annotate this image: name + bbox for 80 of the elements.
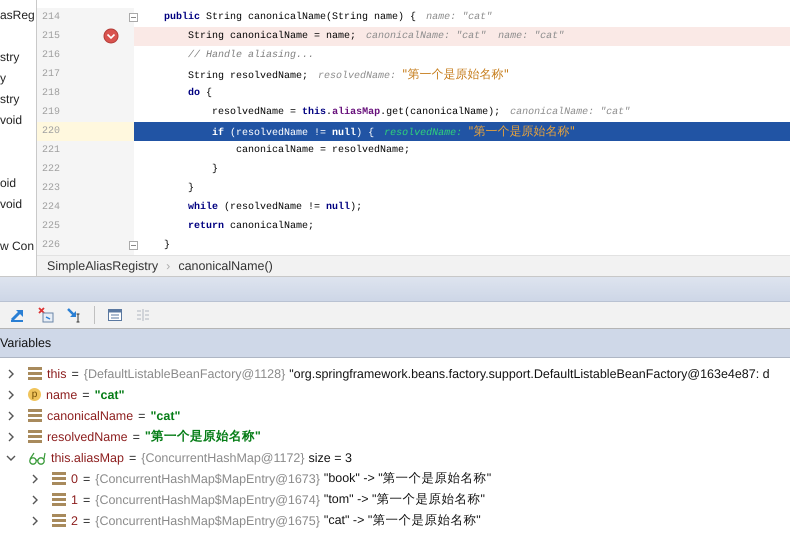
- equals-sign: =: [82, 472, 90, 486]
- line-number: 222: [41, 164, 62, 175]
- breadcrumb-item[interactable]: SimpleAliasRegistry: [47, 259, 158, 273]
- variable-name: this.aliasMap: [51, 450, 124, 464]
- variable-name: resolvedName: [47, 430, 128, 444]
- tree-item[interactable]: asReg: [0, 5, 35, 26]
- variable-name: 2: [71, 514, 78, 528]
- table-icon[interactable]: [107, 307, 123, 323]
- line-number: 223: [41, 183, 62, 194]
- equals-sign: =: [138, 408, 146, 422]
- breadcrumb-item[interactable]: canonicalName(): [178, 259, 273, 273]
- variable-value: "第一个是原始名称": [144, 428, 261, 445]
- tree-item[interactable]: void: [0, 110, 22, 131]
- variable-name: 0: [71, 472, 78, 486]
- delete-frame-icon[interactable]: [38, 307, 54, 323]
- parameter-badge: p: [28, 388, 41, 401]
- tree-item[interactable]: y: [0, 68, 6, 89]
- variable-value: size = 3: [308, 450, 352, 464]
- equals-sign: =: [128, 450, 136, 464]
- equals-sign: =: [71, 366, 79, 380]
- run-to-cursor-icon[interactable]: [66, 307, 82, 323]
- stacked-bars-icon: [52, 493, 66, 506]
- stacked-bars-icon: [52, 472, 66, 485]
- variable-type: {DefaultListableBeanFactory@1128}: [84, 366, 286, 380]
- variable-type: {ConcurrentHashMap$MapEntry@1674}: [95, 492, 320, 506]
- line-number: 221: [41, 145, 62, 156]
- variable-name: this: [47, 366, 66, 380]
- code-line: String resolvedName; resolvedName: "第一个是原始名称": [187, 66, 510, 84]
- variable-value: "org.springframework.beans.factory.support.DefaultListableBeanFactory@163e4e87: d: [289, 366, 770, 380]
- stacked-bars-icon: [28, 367, 42, 380]
- line-number: 224: [41, 202, 62, 213]
- line-number: 217: [41, 69, 62, 80]
- code-line: // Handle aliasing...: [187, 48, 316, 63]
- code-line: public String canonicalName(String name) { name: "cat": [163, 10, 494, 25]
- glasses-icon: [28, 450, 46, 464]
- code-line: do {: [187, 86, 214, 101]
- variable-value: "cat": [150, 408, 180, 422]
- code-line: }: [211, 162, 220, 177]
- code-line: return canonicalName;: [187, 220, 316, 234]
- stacked-bars-icon: [28, 409, 42, 422]
- line-number: 216: [41, 50, 62, 61]
- variable-value: "cat" -> "第一个是原始名称": [324, 512, 481, 529]
- fold-icon[interactable]: [129, 13, 138, 22]
- equals-sign: =: [82, 388, 90, 402]
- breadcrumb-separator: ›: [166, 259, 170, 273]
- code-line: while (resolvedName != null);: [187, 200, 364, 215]
- line-number: 226: [41, 240, 62, 251]
- stacked-bars-icon: [52, 514, 66, 527]
- variable-type: {ConcurrentHashMap$MapEntry@1673}: [95, 472, 320, 486]
- equals-sign: =: [132, 430, 140, 444]
- code-line: canonicalName = resolvedName;: [235, 144, 412, 158]
- tree-item[interactable]: stry: [0, 89, 20, 110]
- code-line: }: [163, 238, 172, 253]
- arrow-icon[interactable]: [10, 307, 26, 323]
- code-line: resolvedName = this.aliasMap.get(canonicalName); canonicalName: "cat": [211, 106, 632, 120]
- tree-item[interactable]: oid: [0, 173, 16, 194]
- stacked-bars-icon: [28, 430, 42, 443]
- fold-icon[interactable]: [129, 241, 138, 250]
- variable-type: {ConcurrentHashMap@1172}: [141, 450, 305, 464]
- variable-name: name: [46, 388, 78, 402]
- variables-title: Variables: [0, 336, 52, 350]
- variable-type: {ConcurrentHashMap$MapEntry@1675}: [95, 514, 320, 528]
- line-number: 218: [41, 88, 62, 99]
- line-number: 220: [41, 126, 62, 137]
- breakpoint-icon[interactable]: [103, 28, 119, 44]
- line-number: 215: [41, 31, 62, 42]
- variable-name: 1: [71, 492, 78, 506]
- variable-value: "cat": [94, 388, 125, 402]
- variable-name: canonicalName: [47, 408, 134, 422]
- tree-item[interactable]: w Con: [0, 236, 34, 257]
- equals-sign: =: [82, 514, 90, 528]
- tree-item[interactable]: void: [0, 194, 22, 215]
- variable-value: "tom" -> "第一个是原始名称": [324, 491, 485, 508]
- equals-sign: =: [82, 492, 90, 506]
- line-number: 214: [41, 12, 62, 23]
- variable-value: "book" -> "第一个是原始名称": [324, 470, 492, 487]
- line-number: 225: [41, 221, 62, 232]
- line-number: 219: [41, 107, 62, 118]
- tree-item[interactable]: stry: [0, 47, 20, 68]
- code-line: }: [187, 182, 196, 196]
